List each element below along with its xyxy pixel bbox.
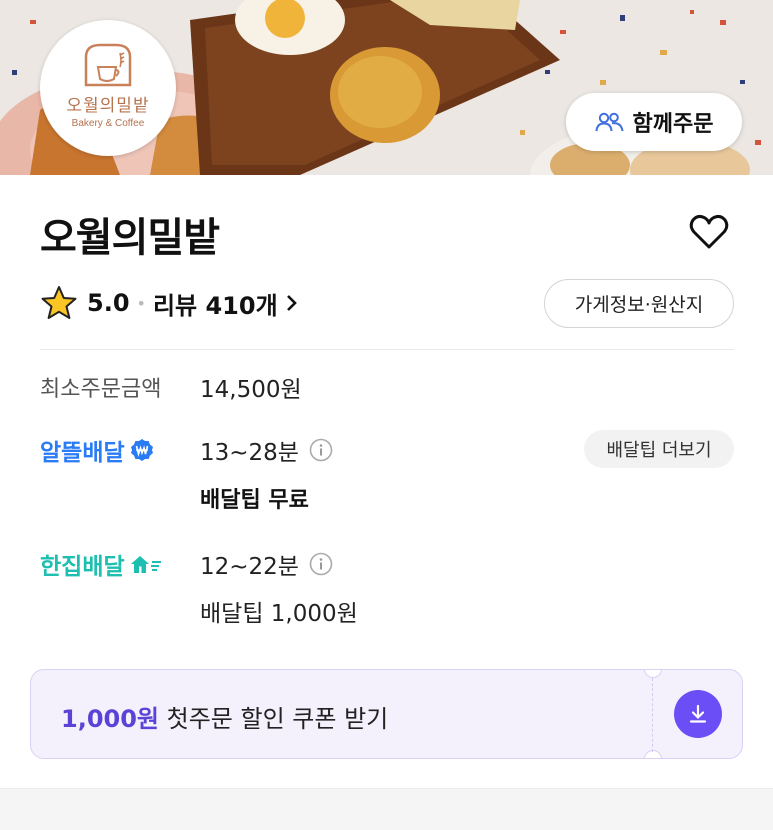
delivery-option-alddeul: 알뜰배달 13~28분 (40, 433, 333, 467)
store-logo: 오월의밀밭 Bakery & Coffee (40, 20, 176, 156)
section-separator (0, 788, 773, 830)
hero-banner: 오월의밀밭 Bakery & Coffee 함께주문 (0, 0, 773, 175)
min-order-row: 최소주문금액 14,500원 (40, 370, 302, 404)
min-order-label: 최소주문금액 (40, 377, 162, 402)
delivery-brand-label: 알뜰배달 (40, 440, 125, 466)
delivery-brand-alddeul: 알뜰배달 (40, 433, 200, 467)
won-badge-icon (130, 439, 153, 461)
coupon-text: 1,000원 첫주문 할인 쿠폰 받기 (61, 699, 388, 734)
store-name: 오월의밀밭 (40, 215, 220, 261)
delivery-time: 13~28분 (200, 440, 299, 466)
heart-icon[interactable] (688, 212, 730, 252)
delivery-tip-more-button[interactable]: 배달팁 더보기 (584, 430, 734, 468)
rating-score: 5.0 (87, 289, 130, 317)
coupon-description: 첫주문 할인 쿠폰 받기 (159, 705, 389, 733)
delivery-tip: 배달팁 1,000원 (200, 601, 358, 627)
ticket-notch (644, 670, 662, 678)
ticket-perforation (652, 678, 653, 752)
first-order-coupon-banner[interactable]: 1,000원 첫주문 할인 쿠폰 받기 (30, 669, 743, 759)
delivery-brand-label: 한집배달 (40, 554, 125, 580)
group-icon (595, 112, 624, 132)
delivery-brand-hanjip: 한집배달 (40, 547, 200, 581)
house-speed-icon (130, 556, 161, 573)
separator-dot: • (136, 293, 146, 313)
ticket-notch (644, 750, 662, 758)
logo-subtext: Bakery & Coffee (71, 118, 145, 129)
delivery-tip-row-hanjip: 배달팁 1,000원 (200, 594, 358, 628)
delivery-option-hanjip: 한집배달 12~22분 (40, 547, 333, 581)
min-order-value: 14,500원 (200, 377, 302, 403)
review-count-label: 리뷰 410개 (152, 291, 278, 320)
chevron-right-icon (286, 295, 297, 311)
delivery-time: 12~22분 (200, 554, 299, 580)
star-icon (41, 286, 77, 319)
bread-cup-logo-icon (84, 43, 132, 87)
delivery-tip-row-alddeul: 배달팁 무료 (200, 482, 309, 514)
download-icon (689, 704, 707, 723)
review-link[interactable]: 리뷰 410개 (153, 286, 298, 321)
delivery-tip: 배달팁 무료 (200, 488, 309, 513)
coupon-amount: 1,000원 (61, 705, 159, 733)
coupon-download-button[interactable] (674, 690, 722, 738)
info-icon[interactable] (309, 438, 333, 462)
info-icon[interactable] (309, 552, 333, 576)
divider (40, 349, 734, 350)
store-info-origin-button[interactable]: 가게정보·원산지 (544, 279, 734, 328)
rating-row: 5.0 • 리뷰 410개 (40, 283, 298, 323)
together-order-button[interactable]: 함께주문 (566, 93, 742, 151)
logo-text: 오월의밀밭 (66, 96, 150, 116)
together-order-label: 함께주문 (632, 111, 714, 136)
